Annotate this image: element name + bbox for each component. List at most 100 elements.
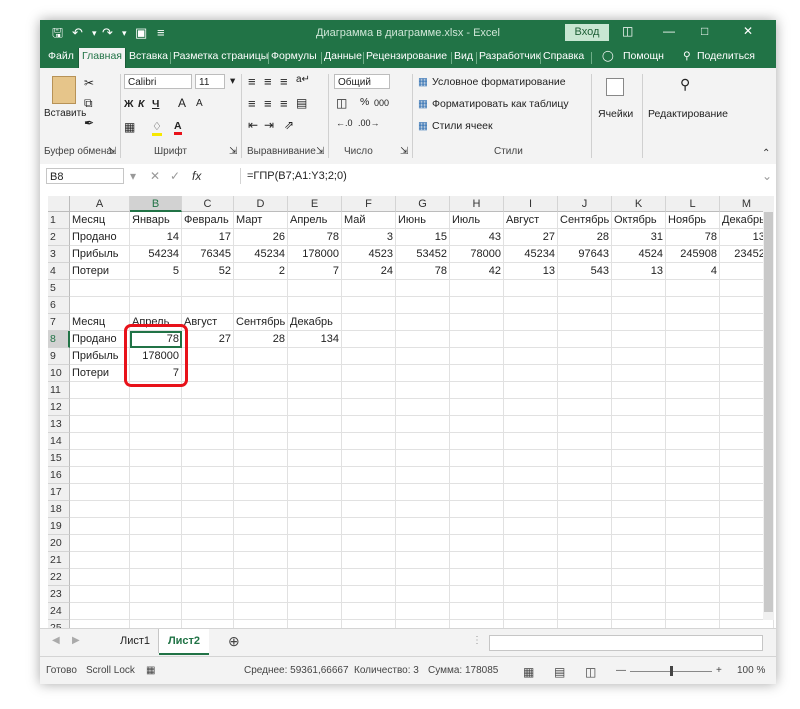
grid-cell[interactable] <box>612 382 666 399</box>
grid-cell[interactable] <box>130 467 182 484</box>
font-color-button[interactable]: A <box>174 120 182 135</box>
grid-cell[interactable] <box>396 484 450 501</box>
row-header[interactable]: 23 <box>48 586 70 603</box>
font-size-select[interactable]: 11 <box>195 74 225 89</box>
number-launcher-icon[interactable]: ⇲ <box>400 146 408 157</box>
grid-cell[interactable] <box>504 297 558 314</box>
grid-cell[interactable] <box>558 297 612 314</box>
row-header[interactable]: 20 <box>48 535 70 552</box>
grid-cell[interactable] <box>504 552 558 569</box>
grid-cell[interactable] <box>558 365 612 382</box>
data-cell[interactable]: 28 <box>234 331 288 348</box>
grid-cell[interactable] <box>396 586 450 603</box>
grid-cell[interactable] <box>288 484 342 501</box>
lightbulb-icon[interactable]: ◯ <box>602 50 614 62</box>
insert-function-icon[interactable]: fx <box>192 169 201 183</box>
borders-icon[interactable]: ▦ <box>124 120 135 134</box>
grid-cell[interactable] <box>130 399 182 416</box>
grid-cell[interactable] <box>666 535 720 552</box>
grid-cell[interactable] <box>130 433 182 450</box>
column-header[interactable]: L <box>666 196 720 212</box>
search-icon[interactable]: ⚲ <box>680 76 690 93</box>
grid-cell[interactable] <box>450 467 504 484</box>
grid-cell[interactable] <box>504 331 558 348</box>
data-cell[interactable]: Месяц <box>70 212 130 229</box>
data-cell[interactable]: 14 <box>130 229 182 246</box>
grid-cell[interactable] <box>450 552 504 569</box>
sheet-tab-active[interactable]: Лист2 <box>159 629 209 655</box>
grid-cell[interactable] <box>504 569 558 586</box>
grid-cell[interactable] <box>130 450 182 467</box>
spreadsheet-grid[interactable]: A B C D E F G H I J K L M 1 2 3 4 5 6 7 8 9 10 11 12 13 14 15 16 17 18… <box>40 188 776 628</box>
grid-cell[interactable] <box>504 433 558 450</box>
grid-cell[interactable] <box>504 535 558 552</box>
grid-cell[interactable] <box>396 297 450 314</box>
grid-cell[interactable] <box>288 348 342 365</box>
grid-cell[interactable] <box>288 552 342 569</box>
shrink-font-button[interactable]: A <box>196 98 203 109</box>
column-header[interactable]: D <box>234 196 288 212</box>
grid-cell[interactable] <box>666 365 720 382</box>
grid-cell[interactable] <box>396 467 450 484</box>
clipboard-launcher-icon[interactable]: ⇲ <box>108 146 116 157</box>
grid-cell[interactable] <box>70 399 130 416</box>
grid-cell[interactable] <box>288 586 342 603</box>
grid-cell[interactable] <box>342 552 396 569</box>
grid-cell[interactable] <box>342 518 396 535</box>
row-header[interactable]: 11 <box>48 382 70 399</box>
grid-cell[interactable] <box>450 569 504 586</box>
grid-cell[interactable] <box>450 620 504 628</box>
grid-cell[interactable] <box>450 348 504 365</box>
row-header[interactable]: 14 <box>48 433 70 450</box>
grid-cell[interactable] <box>504 314 558 331</box>
grid-cell[interactable] <box>666 399 720 416</box>
grid-cell[interactable] <box>504 399 558 416</box>
data-cell[interactable]: Прибыль <box>70 246 130 263</box>
grid-cell[interactable] <box>182 416 234 433</box>
tab-view[interactable]: Вид <box>454 50 473 62</box>
data-cell[interactable]: 27 <box>182 331 234 348</box>
row-header[interactable]: 10 <box>48 365 70 382</box>
grid-cell[interactable] <box>558 433 612 450</box>
tab-formulas[interactable]: Формулы <box>271 50 317 62</box>
grid-cell[interactable] <box>504 280 558 297</box>
tab-data[interactable]: Данные <box>324 50 362 62</box>
grid-cell[interactable] <box>288 467 342 484</box>
grid-cell[interactable] <box>720 620 774 628</box>
wrap-text-icon[interactable]: a↵ <box>296 74 310 85</box>
accessibility-icon[interactable]: ▦ <box>146 665 155 676</box>
grid-cell[interactable] <box>70 433 130 450</box>
grid-cell[interactable] <box>182 467 234 484</box>
grid-cell[interactable] <box>612 620 666 628</box>
grid-cell[interactable] <box>70 518 130 535</box>
formula-input[interactable]: =ГПР(B7;A1:Y3;2;0) <box>240 168 767 184</box>
align-bottom-icon[interactable]: ≡ <box>280 74 288 89</box>
grid-cell[interactable] <box>288 365 342 382</box>
data-cell[interactable]: Август <box>182 314 234 331</box>
grid-cell[interactable] <box>182 501 234 518</box>
column-header[interactable]: C <box>182 196 234 212</box>
grid-cell[interactable] <box>666 331 720 348</box>
grid-cell[interactable] <box>396 603 450 620</box>
grid-cell[interactable] <box>342 586 396 603</box>
data-cell[interactable]: Март <box>234 212 288 229</box>
grid-cell[interactable] <box>234 450 288 467</box>
data-cell[interactable]: 4523 <box>342 246 396 263</box>
grid-cell[interactable] <box>182 603 234 620</box>
grid-cell[interactable] <box>234 297 288 314</box>
grid-cell[interactable] <box>182 399 234 416</box>
grid-cell[interactable] <box>612 314 666 331</box>
grid-cell[interactable] <box>130 518 182 535</box>
grid-cell[interactable] <box>612 331 666 348</box>
grid-cell[interactable] <box>558 501 612 518</box>
grid-cell[interactable] <box>450 484 504 501</box>
share-icon[interactable]: ⚲ <box>683 50 691 62</box>
row-header[interactable]: 4 <box>48 263 70 280</box>
name-box-dropdown-icon[interactable]: ▾ <box>130 169 136 183</box>
bold-button[interactable]: Ж <box>124 98 134 110</box>
column-header[interactable]: E <box>288 196 342 212</box>
data-cell[interactable]: Продано <box>70 331 130 348</box>
paste-icon[interactable] <box>52 76 76 104</box>
grid-cell[interactable] <box>234 365 288 382</box>
grid-cell[interactable] <box>450 586 504 603</box>
